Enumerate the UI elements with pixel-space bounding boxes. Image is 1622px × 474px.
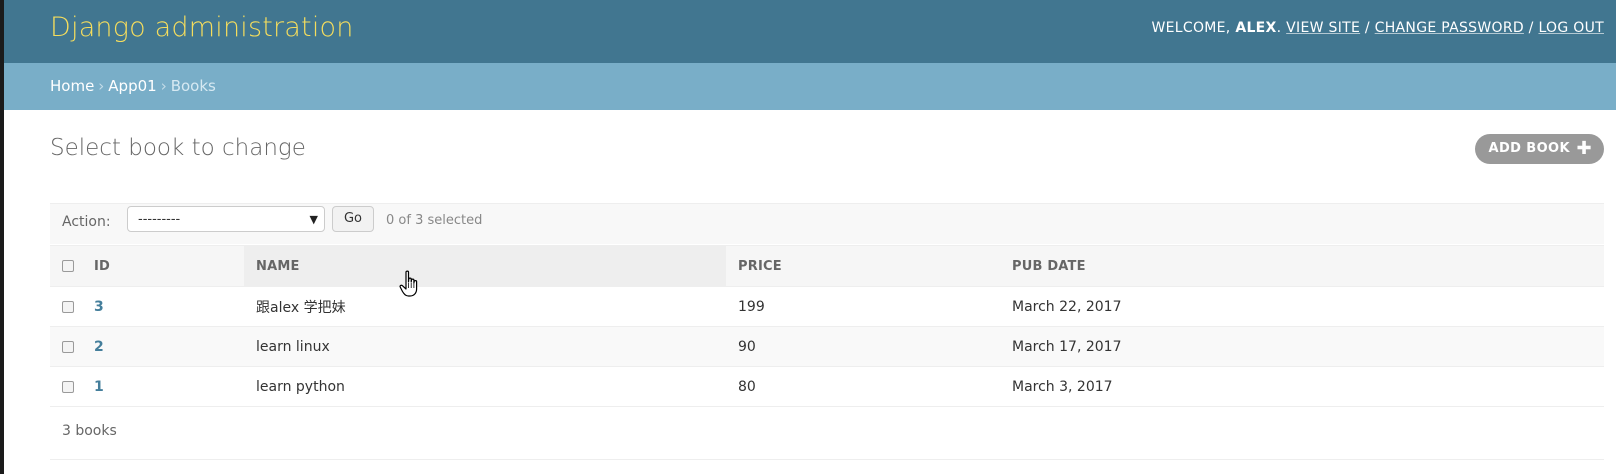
table-row: 3 跟alex 学把妹 199 March 22, 2017 — [50, 286, 1604, 327]
row-id-link[interactable]: 2 — [94, 339, 104, 355]
log-out-link[interactable]: Log out — [1538, 20, 1604, 36]
header: Django administration Welcome, alex. Vie… — [0, 0, 1622, 63]
row-pub-date: March 17, 2017 — [1000, 326, 1604, 367]
row-pub-date: March 3, 2017 — [1000, 366, 1604, 407]
change-password-link[interactable]: Change password — [1375, 20, 1524, 36]
page-title: Select book to change — [50, 135, 306, 161]
action-label: Action: — [62, 214, 111, 230]
go-button[interactable]: Go — [332, 206, 374, 232]
row-id-link[interactable]: 1 — [94, 379, 104, 395]
row-price: 90 — [726, 326, 1000, 367]
row-checkbox[interactable] — [62, 380, 74, 393]
table-row: 1 learn python 80 March 3, 2017 — [50, 366, 1604, 407]
action-select-value: --------- — [138, 212, 181, 227]
column-header-price[interactable]: Price — [726, 245, 1000, 287]
row-id-link[interactable]: 3 — [94, 299, 104, 315]
plus-icon: ✚ — [1576, 138, 1592, 159]
action-select[interactable]: --------- ▼ — [127, 206, 325, 232]
breadcrumb-separator: › — [98, 77, 105, 95]
site-branding[interactable]: Django administration — [50, 12, 354, 43]
actions-bar: Action: --------- ▼ Go 0 of 3 selected — [50, 203, 1604, 244]
dropdown-arrow-icon: ▼ — [309, 213, 318, 226]
result-count: 3 books — [62, 423, 117, 439]
select-all-cell — [50, 245, 82, 287]
breadcrumb-app[interactable]: App01 — [108, 77, 156, 95]
breadcrumb-current: Books — [170, 77, 216, 95]
row-price: 80 — [726, 366, 1000, 407]
row-checkbox[interactable] — [62, 300, 74, 313]
view-site-link[interactable]: View site — [1286, 20, 1360, 36]
user-tools: Welcome, alex. View site / Change passwo… — [1151, 20, 1604, 36]
row-name: learn python — [244, 366, 726, 407]
add-book-button[interactable]: Add book ✚ — [1474, 134, 1604, 164]
column-header-pub-date[interactable]: Pub date — [1000, 245, 1604, 287]
result-list-table: ID Name Price Pub date 3 跟alex 学把妹 199 M… — [50, 245, 1604, 407]
hand-pointer-icon — [399, 270, 418, 297]
welcome-text: Welcome, — [1151, 20, 1231, 36]
row-checkbox[interactable] — [62, 340, 74, 353]
select-all-checkbox[interactable] — [62, 260, 74, 272]
username: alex — [1235, 20, 1277, 36]
table-row: 2 learn linux 90 March 17, 2017 — [50, 326, 1604, 367]
breadcrumb-separator: › — [160, 77, 167, 95]
row-pub-date: March 22, 2017 — [1000, 286, 1604, 327]
row-price: 199 — [726, 286, 1000, 327]
row-name: learn linux — [244, 326, 726, 367]
window-edge-right — [1616, 0, 1622, 474]
column-header-id[interactable]: ID — [82, 245, 244, 287]
row-name: 跟alex 学把妹 — [244, 286, 726, 327]
column-header-name[interactable]: Name — [244, 245, 726, 287]
window-edge — [0, 0, 4, 474]
table-header-row: ID Name Price Pub date — [50, 245, 1604, 287]
breadcrumb: Home › App01 › Books — [0, 63, 1622, 110]
add-book-label: Add book — [1488, 141, 1570, 156]
paginator: 3 books — [50, 413, 1604, 460]
breadcrumb-home[interactable]: Home — [50, 77, 94, 95]
selection-counter: 0 of 3 selected — [386, 213, 483, 228]
